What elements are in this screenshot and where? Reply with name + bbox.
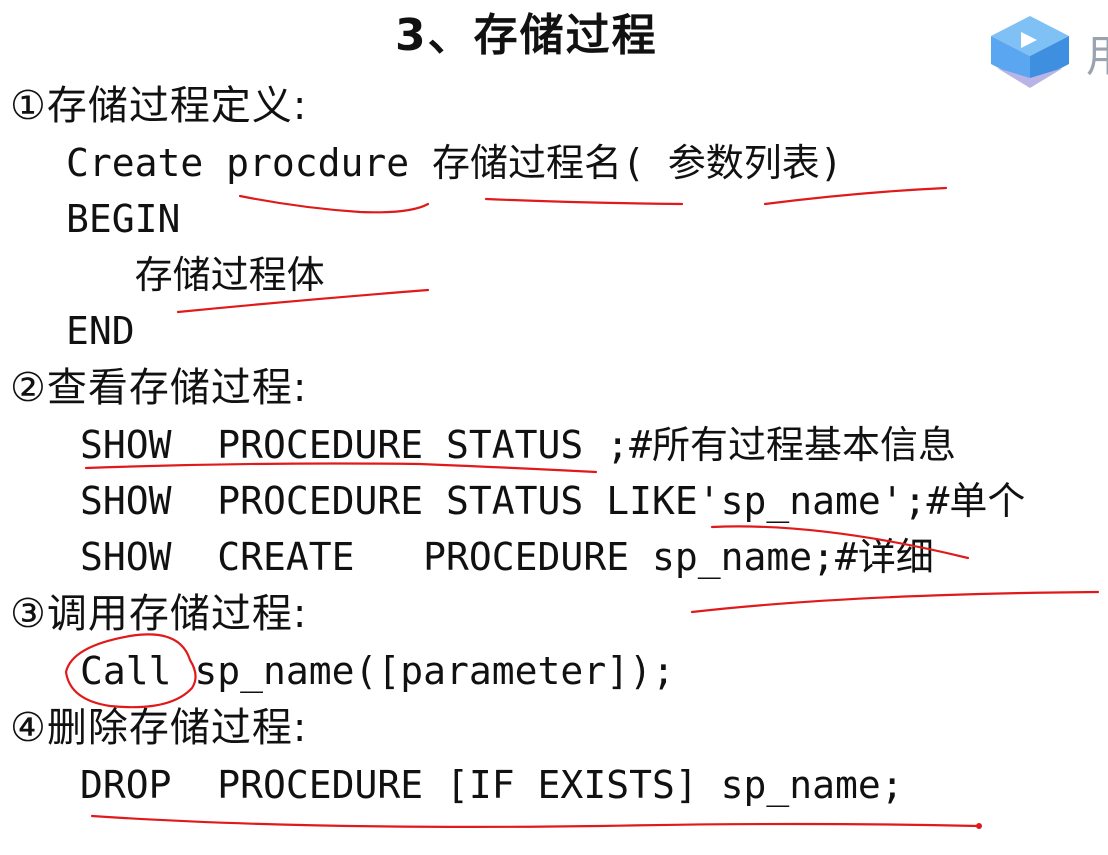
code-line-show-create: SHOW CREATE PROCEDURE sp_name;#详细: [80, 535, 934, 579]
code-line-call: Call sp_name([parameter]);: [80, 649, 675, 693]
underline-drop: [90, 814, 980, 828]
underline-params: [763, 186, 948, 206]
code-line-body: 存储过程体: [66, 253, 325, 297]
underline-proc-name: [484, 197, 684, 206]
section-heading-call: ③调用存储过程:: [10, 591, 308, 637]
code-line-show-status: SHOW PROCEDURE STATUS ;#所有过程基本信息: [80, 423, 956, 467]
section-heading-drop: ④删除存储过程:: [10, 705, 308, 751]
code-line-end: END: [66, 309, 135, 353]
video-player-logo-icon: [991, 16, 1069, 88]
code-line-drop: DROP PROCEDURE [IF EXISTS] sp_name;: [80, 763, 904, 807]
code-line-create: Create procdure 存储过程名( 参数列表): [66, 141, 843, 185]
underline-detail: [690, 590, 1100, 614]
section-heading-definition: ①存储过程定义:: [10, 83, 308, 129]
section-heading-view: ②查看存储过程:: [10, 365, 308, 411]
code-line-begin: BEGIN: [66, 197, 181, 241]
slide-title: 3、存储过程: [395, 10, 658, 61]
code-line-show-like: SHOW PROCEDURE STATUS LIKE'sp_name';#单个: [80, 479, 1026, 523]
underline-procdure: [238, 194, 430, 214]
cropped-edge-text: 用: [1086, 20, 1108, 84]
pen-dot: [976, 823, 982, 829]
